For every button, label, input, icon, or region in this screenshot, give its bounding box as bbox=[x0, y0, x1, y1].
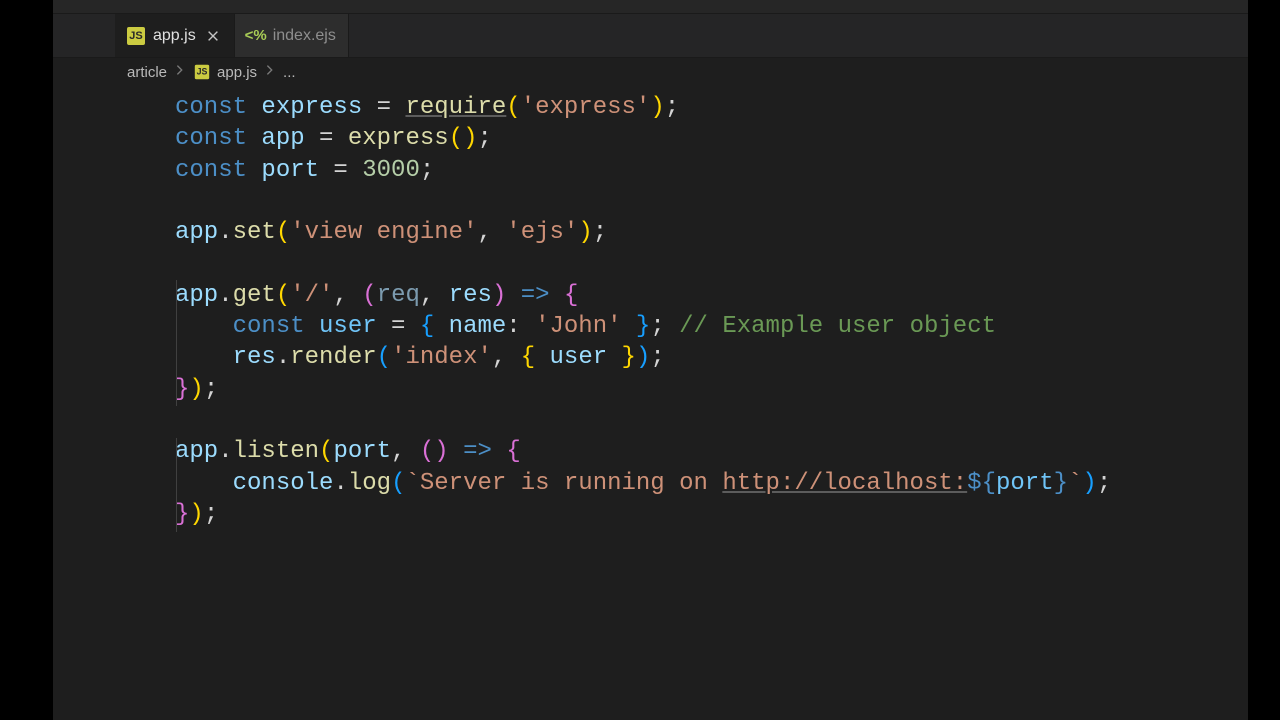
indent-guide bbox=[176, 280, 177, 406]
tab-label: app.js bbox=[153, 27, 196, 45]
breadcrumb-segment[interactable]: ... bbox=[283, 64, 296, 81]
tab-app-js[interactable]: JS app.js bbox=[115, 14, 235, 57]
code-content[interactable]: const express = require('express'); cons… bbox=[175, 92, 1248, 530]
tab-index-ejs[interactable]: <% index.ejs bbox=[235, 14, 349, 57]
chevron-right-icon bbox=[263, 63, 277, 81]
indent-guide bbox=[176, 438, 177, 532]
ejs-file-icon: <% bbox=[247, 27, 265, 45]
breadcrumb[interactable]: article JS app.js ... bbox=[53, 58, 1248, 86]
breadcrumb-segment[interactable]: article bbox=[127, 64, 167, 81]
tab-label: index.ejs bbox=[273, 27, 336, 45]
tab-bar: JS app.js <% index.ejs bbox=[53, 14, 1248, 58]
title-bar-stub bbox=[53, 0, 1248, 14]
editor-window: JS app.js <% index.ejs article JS app.js… bbox=[53, 0, 1248, 720]
close-icon[interactable] bbox=[204, 27, 222, 45]
js-file-icon: JS bbox=[127, 27, 145, 45]
code-editor[interactable]: const express = require('express'); cons… bbox=[115, 86, 1248, 720]
breadcrumb-segment[interactable]: app.js bbox=[217, 64, 257, 81]
js-file-icon: JS bbox=[195, 65, 209, 79]
chevron-right-icon bbox=[173, 63, 187, 81]
